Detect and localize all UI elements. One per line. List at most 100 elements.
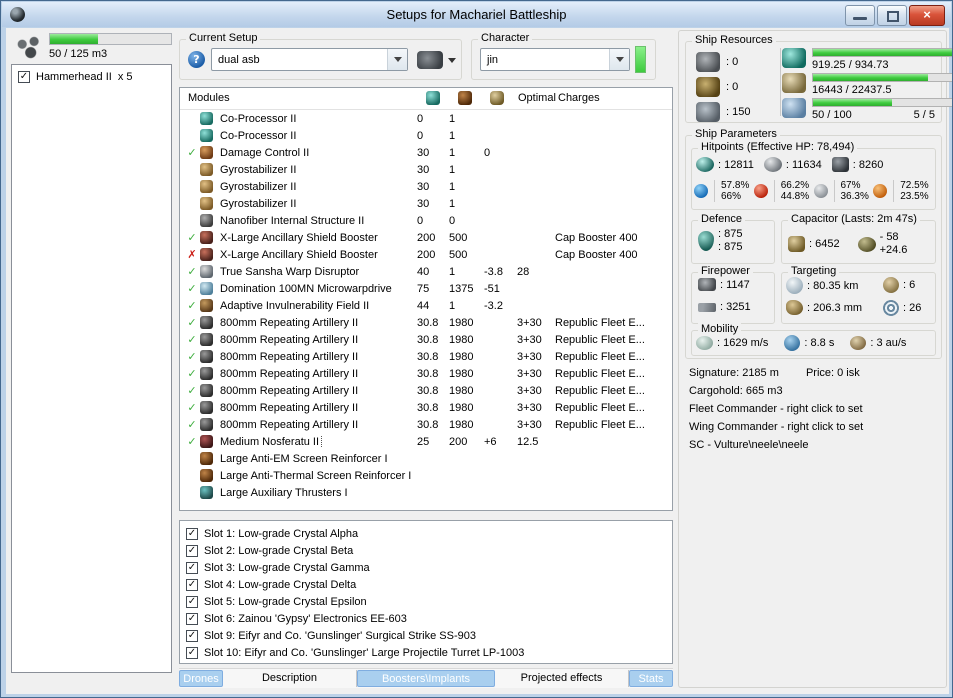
squad-commander-text[interactable]: SC - Vulture\neele\neele — [689, 439, 808, 451]
tab-boosters-implants[interactable]: Boosters\Implants — [357, 670, 495, 687]
module-row[interactable]: ✓ 800mm Repeating Artillery II 30.8 1980… — [180, 416, 672, 433]
tab-description[interactable]: Description — [223, 670, 357, 687]
module-name: Domination 100MN Microwarpdrive — [220, 282, 392, 295]
implant-slot-row[interactable]: ✓ Slot 4: Low-grade Crystal Delta — [180, 576, 672, 593]
ship-menu-caret-icon[interactable] — [448, 58, 456, 63]
chevron-down-icon[interactable] — [387, 49, 407, 70]
calibration-icon — [782, 98, 806, 118]
module-row[interactable]: Co-Processor II 0 1 — [180, 127, 672, 144]
close-button[interactable]: × — [909, 5, 945, 26]
tab-drones[interactable]: Drones — [179, 670, 223, 687]
maximize-button[interactable] — [877, 5, 907, 26]
calibration-bar-fill — [813, 99, 892, 106]
module-row[interactable]: Nanofiber Internal Structure II 0 0 — [180, 212, 672, 229]
module-row[interactable]: ✓ X-Large Ancillary Shield Booster 200 5… — [180, 229, 672, 246]
shield-resist-value: 66.2% — [780, 180, 810, 191]
checkbox[interactable]: ✓ — [186, 646, 198, 659]
targeting-range-value: : 80.35 km — [807, 279, 859, 292]
drone-list-item[interactable]: ✓ Hammerhead II x 5 — [12, 68, 171, 85]
artillery-module-icon — [200, 316, 213, 329]
module-row[interactable]: ✓ Adaptive Invulnerability Field II 44 1… — [180, 297, 672, 314]
gyro-module-icon — [200, 180, 213, 193]
artillery-module-icon — [200, 418, 213, 431]
implant-slot-row[interactable]: ✓ Slot 10: Eifyr and Co. 'Gunslinger' La… — [180, 644, 672, 661]
checkbox[interactable]: ✓ — [186, 578, 198, 591]
checkbox[interactable]: ✓ — [186, 595, 198, 608]
module-name: True Sansha Warp Disruptor — [220, 265, 360, 278]
artillery-module-icon — [200, 384, 213, 397]
module-powergrid: 1 — [449, 197, 456, 210]
module-row[interactable]: ✓ 800mm Repeating Artillery II 30.8 1980… — [180, 331, 672, 348]
shield-resist-value: 67% — [840, 180, 861, 191]
wing-commander-text[interactable]: Wing Commander - right click to set — [689, 421, 863, 433]
module-row[interactable]: ✓ 800mm Repeating Artillery II 30.8 1980… — [180, 399, 672, 416]
ship-resources-label: Ship Resources — [692, 34, 776, 46]
checkbox[interactable]: ✓ — [18, 70, 30, 83]
implant-slot-row[interactable]: ✓ Slot 6: Zainou 'Gypsy' Electronics EE-… — [180, 610, 672, 627]
artillery-module-icon — [200, 401, 213, 414]
module-cpu: 0 — [417, 112, 424, 125]
character-select[interactable]: jin — [480, 48, 630, 71]
kinetic-resist-icon — [813, 184, 828, 198]
capacitor-amount: : 6452 — [809, 238, 840, 250]
module-row[interactable]: ✓ Medium Nosferatu II 25 200 +6 12.5 — [180, 433, 672, 450]
module-powergrid: 1980 — [449, 350, 474, 363]
module-row[interactable]: Large Anti-EM Screen Reinforcer I — [180, 450, 672, 467]
drone-list[interactable]: ✓ Hammerhead II x 5 — [11, 64, 172, 673]
implant-slot-row[interactable]: ✓ Slot 3: Low-grade Crystal Gamma — [180, 559, 672, 576]
checkbox[interactable]: ✓ — [186, 544, 198, 557]
module-row[interactable]: ✗ X-Large Ancillary Shield Booster 200 5… — [180, 246, 672, 263]
module-cpu: 200 — [417, 248, 436, 261]
gyro-module-icon — [200, 197, 213, 210]
module-name: Gyrostabilizer II — [220, 197, 297, 210]
module-row[interactable]: ✓ 800mm Repeating Artillery II 30.8 1980… — [180, 382, 672, 399]
checkbox[interactable]: ✓ — [186, 561, 198, 574]
firepower-group: Firepower : 1147 : 3251 — [691, 265, 775, 324]
implant-slot-row[interactable]: ✓ Slot 2: Low-grade Crystal Beta — [180, 542, 672, 559]
implant-slot-row[interactable]: ✓ Slot 1: Low-grade Crystal Alpha — [180, 525, 672, 542]
fleet-commander-text[interactable]: Fleet Commander - right click to set — [689, 403, 863, 415]
checkbox[interactable]: ✓ — [186, 527, 198, 540]
tab-stats[interactable]: Stats — [629, 670, 673, 687]
defence-top-value: : 875 — [718, 228, 743, 240]
minimize-button[interactable] — [845, 5, 875, 26]
module-row[interactable]: ✓ 800mm Repeating Artillery II 30.8 1980… — [180, 365, 672, 382]
chevron-down-icon[interactable] — [609, 49, 629, 70]
calibration-slots-text: 5 / 5 — [913, 109, 935, 121]
module-row[interactable]: Co-Processor II 0 1 — [180, 110, 672, 127]
ship-icon[interactable] — [417, 51, 443, 69]
module-row[interactable]: Gyrostabilizer II 30 1 — [180, 178, 672, 195]
offline-cross-icon: ✗ — [187, 248, 197, 261]
module-row[interactable]: Gyrostabilizer II 30 1 — [180, 161, 672, 178]
item-label: Slot 6: Zainou 'Gypsy' Electronics EE-60… — [204, 612, 407, 625]
module-row[interactable]: ✓ 800mm Repeating Artillery II 30.8 1980… — [180, 314, 672, 331]
module-row[interactable]: ✓ True Sansha Warp Disruptor 40 1 -3.8 2… — [180, 263, 672, 280]
title-bar[interactable]: Setups for Machariel Battleship × — [2, 2, 951, 27]
armor-resist-value: 23.5% — [900, 191, 929, 202]
setup-select[interactable]: dual asb — [211, 48, 408, 71]
powergrid-bar-fill — [813, 74, 929, 81]
explosive-resist-icon — [873, 184, 888, 198]
module-cap-use: +6 — [484, 435, 497, 448]
module-row[interactable]: Gyrostabilizer II 30 1 — [180, 195, 672, 212]
implant-slot-row[interactable]: ✓ Slot 9: Eifyr and Co. 'Gunslinger' Sur… — [180, 627, 672, 644]
active-check-icon: ✓ — [187, 367, 197, 380]
checkbox[interactable]: ✓ — [186, 612, 198, 625]
module-name: 800mm Repeating Artillery II — [220, 384, 359, 397]
module-row[interactable]: Large Anti-Thermal Screen Reinforcer I — [180, 467, 672, 484]
module-powergrid: 1980 — [449, 418, 474, 431]
implant-slot-row[interactable]: ✓ Slot 5: Low-grade Crystal Epsilon — [180, 593, 672, 610]
module-row[interactable]: ✓ Damage Control II 30 1 0 — [180, 144, 672, 161]
defence-shield-icon — [698, 231, 714, 251]
sensor-strength-value: : 26 — [903, 302, 922, 314]
help-icon[interactable]: ? — [188, 51, 205, 68]
module-powergrid: 1 — [449, 265, 456, 278]
module-row[interactable]: ✓ Domination 100MN Microwarpdrive 75 137… — [180, 280, 672, 297]
tab-projected-effects[interactable]: Projected effects — [495, 670, 629, 687]
checkbox[interactable]: ✓ — [186, 629, 198, 642]
launcher-slots-icon — [696, 77, 720, 97]
module-row[interactable]: Large Auxiliary Thrusters I — [180, 484, 672, 501]
module-row[interactable]: ✓ 800mm Repeating Artillery II 30.8 1980… — [180, 348, 672, 365]
targeting-group: Targeting : 80.35 km : 6 : 206.3 mm: 26 — [781, 265, 936, 324]
module-optimal: 12.5 — [517, 435, 539, 448]
